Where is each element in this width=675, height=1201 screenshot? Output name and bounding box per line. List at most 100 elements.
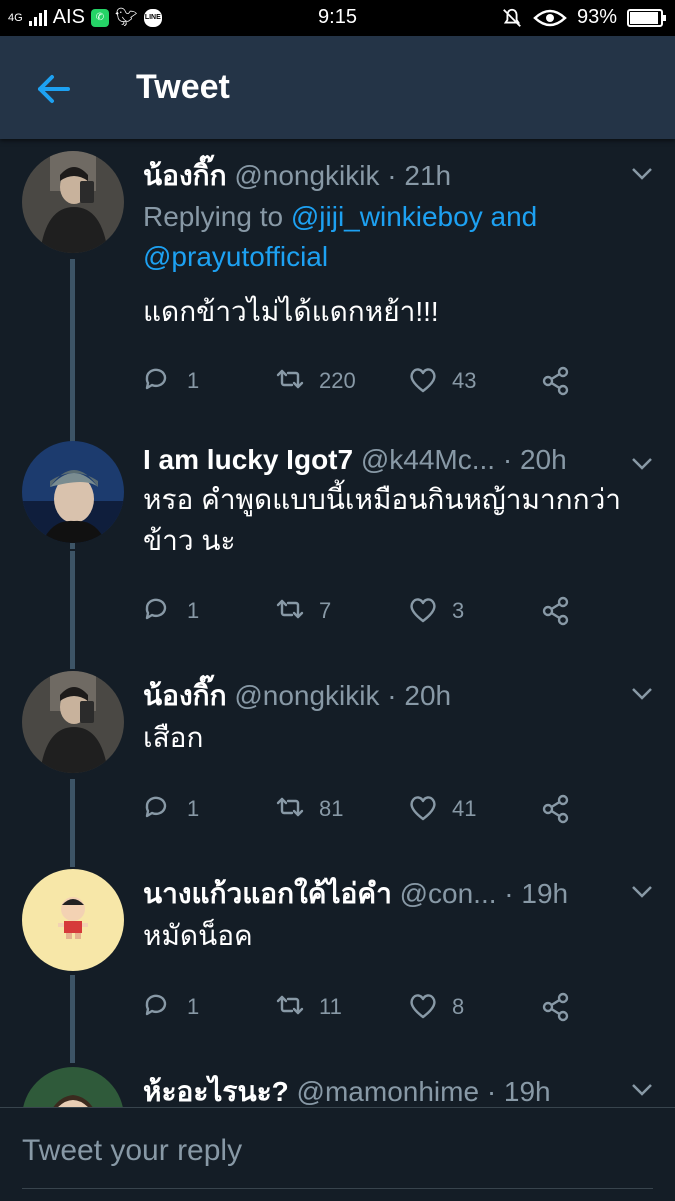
tweet-actions: 1 11 8 [143,987,603,1027]
tweet-header: นางแก้วแอกใค้ไอ่คำ @con... · 19h [143,872,615,916]
heart-icon [410,598,436,623]
retweet-icon [276,369,304,389]
tweet-actions: 1 81 41 [143,789,603,829]
timestamp: · 19h [504,878,569,909]
avatar[interactable] [22,441,124,543]
heart-icon [410,368,436,393]
eye-icon [533,9,567,26]
reply-thread[interactable]: น้องกิ๊ก @nongkikik · 21h Replying to @j… [0,139,675,1107]
tweet[interactable]: ห้ะอะไรนะ? @mamonhime · 19h [0,1055,675,1107]
input-underline [22,1188,653,1189]
battery-percent: 93% [576,6,617,28]
avatar[interactable] [22,869,124,971]
replie-count: 1 [187,368,200,393]
share-icon [542,794,569,824]
status-bar: 4G AIS ✆ 🐦︎ LINE 9:15 93% [0,0,675,36]
reply-button[interactable]: 1 [143,789,199,829]
username[interactable]: @k44Mc... [361,444,495,475]
retweet-icon [276,995,304,1015]
heart-icon [410,796,436,821]
tweet[interactable]: I am lucky Igot7 @k44Mc... · 20h หรอ คำพ… [0,429,675,659]
like-count: 8 [452,994,465,1019]
tweet[interactable]: น้องกิ๊ก @nongkikik · 20h เสือก 1 81 41 [0,659,675,857]
tweet-header: น้องกิ๊ก @nongkikik · 21h [143,154,615,198]
share-icon [542,596,569,626]
chevron-down-icon[interactable] [631,167,653,181]
like-button[interactable]: 8 [408,987,464,1027]
battery-icon [627,8,666,27]
share-icon [542,366,569,396]
like-button[interactable]: 3 [408,591,464,631]
reply-button[interactable]: 1 [143,987,199,1027]
username[interactable]: @nongkikik [234,160,379,191]
reply-icon [145,796,167,818]
display-name[interactable]: น้องกิ๊ก [143,160,227,191]
avatar[interactable] [22,1067,124,1107]
tweet-header: I am lucky Igot7 @k44Mc... · 20h [143,444,615,476]
replying-and[interactable]: and [491,201,538,232]
tweet-text: เสือก [143,722,204,753]
like-button[interactable]: 43 [408,361,476,401]
tweet-text: หมัดน็อค [143,920,253,951]
page-title: Tweet [136,68,230,106]
username[interactable]: @nongkikik [234,680,379,711]
display-name[interactable]: นางแก้วแอกใค้ไอ่คำ [143,878,392,909]
reply-button[interactable]: 1 [143,591,199,631]
chevron-down-icon[interactable] [631,1083,653,1097]
chevron-down-icon[interactable] [631,885,653,899]
retweet-count: 7 [319,598,332,623]
retweet-icon [276,797,304,817]
replying-prefix: Replying to [143,201,284,232]
timestamp: · 19h [486,1076,551,1107]
tweet[interactable]: น้องกิ๊ก @nongkikik · 21h Replying to @j… [0,139,675,429]
retweet-button[interactable]: 7 [275,591,331,631]
retweet-count: 81 [319,796,344,821]
tweet-actions: 1 220 43 [143,361,603,401]
tweet-text: หรอ คำพูดแบบนี้เหมือนกินหญ้ามากกว่าข้าว … [143,484,622,556]
avatar[interactable] [22,671,124,773]
share-button[interactable] [541,361,571,401]
retweet-icon [276,599,304,619]
chevron-down-icon[interactable] [631,457,653,471]
bell-muted-icon [503,8,521,27]
chevron-down-icon[interactable] [631,687,653,701]
display-name[interactable]: I am lucky Igot7 [143,444,353,475]
share-button[interactable] [541,987,571,1027]
battery-fill [630,11,658,24]
like-count: 3 [452,598,465,623]
timestamp: · 21h [387,160,452,191]
reply-composer[interactable]: Tweet your reply [0,1107,675,1201]
username[interactable]: @mamonhime [297,1076,479,1107]
tweet[interactable]: นางแก้วแอกใค้ไอ่คำ @con... · 19h หมัดน็อ… [0,857,675,1055]
retweet-button[interactable]: 81 [275,789,343,829]
share-icon [542,992,569,1022]
replying-to: Replying to @jiji_winkieboy and @prayuto… [143,197,623,277]
share-button[interactable] [541,591,571,631]
app-bar: Tweet [0,36,675,139]
tweet-header: ห้ะอะไรนะ? @mamonhime · 19h [143,1070,615,1107]
timestamp: · 20h [387,680,452,711]
timestamp: · 20h [502,444,567,475]
replie-count: 1 [187,994,200,1019]
reply-button[interactable]: 1 [143,361,199,401]
retweet-count: 220 [319,368,356,393]
share-button[interactable] [541,789,571,829]
mention-link[interactable]: @prayutofficial [143,241,328,272]
reply-icon [145,994,167,1016]
retweet-button[interactable]: 11 [275,987,342,1027]
replie-count: 1 [187,598,200,623]
tweet-header: น้องกิ๊ก @nongkikik · 20h [143,674,615,718]
reply-icon [145,368,167,390]
retweet-count: 11 [319,994,342,1019]
mention-link[interactable]: @jiji_winkieboy [291,201,483,232]
back-arrow-icon[interactable] [30,66,76,112]
tweet-actions: 1 7 3 [143,591,603,631]
like-count: 43 [452,368,477,393]
like-button[interactable]: 41 [408,789,476,829]
username[interactable]: @con... [400,878,497,909]
display-name[interactable]: น้องกิ๊ก [143,680,227,711]
avatar[interactable] [22,151,124,253]
reply-input[interactable]: Tweet your reply [22,1134,242,1168]
display-name[interactable]: ห้ะอะไรนะ? [143,1076,289,1107]
retweet-button[interactable]: 220 [275,361,356,401]
